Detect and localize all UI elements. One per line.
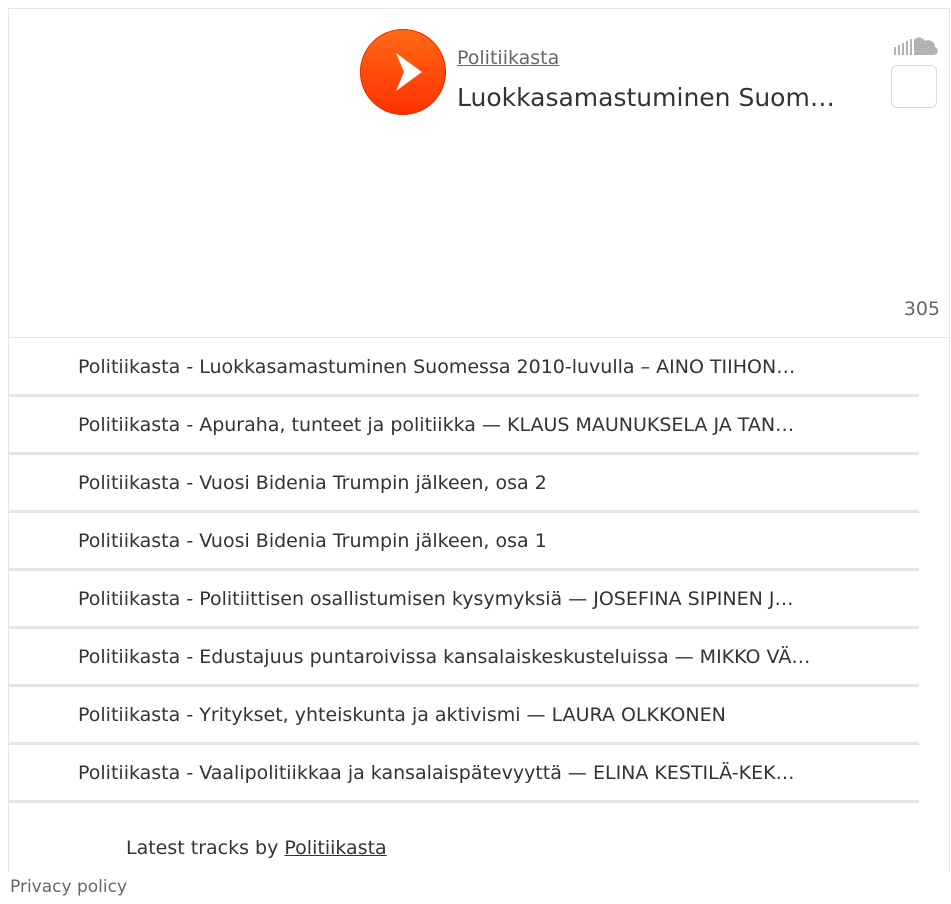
track-item[interactable]: Politiikasta - Apuraha, tunteet ja polit… xyxy=(9,397,919,455)
track-title[interactable]: Luokkasamastuminen Suom… xyxy=(457,83,835,112)
privacy-policy-link[interactable]: Privacy policy xyxy=(10,877,127,897)
play-count: 305 xyxy=(903,298,940,320)
play-button[interactable] xyxy=(360,29,446,115)
user-link[interactable]: Politiikasta xyxy=(457,47,559,69)
soundcloud-widget: Politiikasta Luokkasamastuminen Suom… 30… xyxy=(8,8,950,872)
track-item[interactable]: Politiikasta - Vuosi Bidenia Trumpin jäl… xyxy=(9,455,919,513)
track-item[interactable]: Politiikasta - Vaalipolitiikkaa ja kansa… xyxy=(9,745,919,803)
player-header: Politiikasta Luokkasamastuminen Suom… 30… xyxy=(9,9,949,338)
track-item[interactable]: Politiikasta - Vuosi Bidenia Trumpin jäl… xyxy=(9,513,919,571)
track-item[interactable]: Politiikasta - Politiittisen osallistumi… xyxy=(9,571,919,629)
latest-tracks-user-link[interactable]: Politiikasta xyxy=(284,837,386,859)
like-icon[interactable] xyxy=(891,65,937,108)
track-item[interactable]: Politiikasta - Luokkasamastuminen Suomes… xyxy=(9,339,919,397)
soundcloud-logo-icon[interactable] xyxy=(893,35,939,57)
track-item[interactable]: Politiikasta - Yritykset, yhteiskunta ja… xyxy=(9,687,919,745)
play-icon xyxy=(396,53,422,91)
latest-tracks-line: Latest tracks by Politiikasta xyxy=(126,837,387,859)
latest-tracks-prefix: Latest tracks by xyxy=(126,837,285,859)
track-item[interactable]: Politiikasta - Edustajuus puntaroivissa … xyxy=(9,629,919,687)
track-list: Politiikasta - Luokkasamastuminen Suomes… xyxy=(9,339,919,803)
